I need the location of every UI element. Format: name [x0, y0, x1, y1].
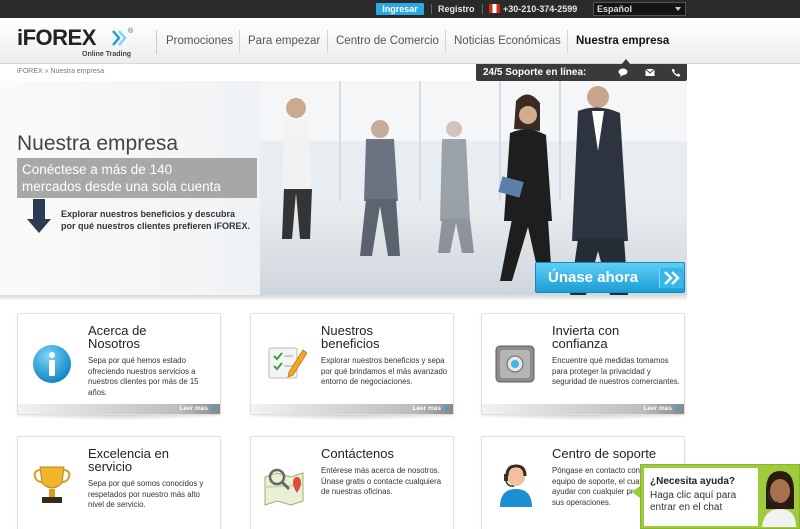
nav-noticias-economicas[interactable]: Noticias Económicas	[454, 34, 561, 48]
arrow-right-icon	[676, 406, 680, 412]
trophy-icon	[33, 466, 71, 503]
support-bar: 24/5 Soporte en línea:	[476, 64, 687, 81]
chat-agent-avatar	[762, 471, 796, 527]
chevron-down-icon	[675, 7, 681, 11]
card-text: Sepa por qué somos conocidos y respetado…	[88, 479, 204, 509]
card-shadow	[476, 415, 690, 421]
chat-title: ¿Necesita ayuda?	[650, 476, 736, 487]
hero-tagline-line1: Conéctese a más de 140	[22, 162, 173, 177]
info-icon	[33, 345, 71, 383]
chat-pointer	[632, 486, 640, 498]
support-agent-icon	[500, 464, 532, 507]
hero-title: Nuestra empresa	[17, 132, 179, 155]
read-more-label: Leer más	[412, 405, 441, 412]
divider	[445, 30, 446, 52]
join-now-label: Únase ahora	[548, 269, 639, 286]
checklist-pencil-icon	[268, 347, 307, 379]
read-more-link[interactable]: Leer más	[251, 404, 453, 414]
hero-tagline-box: Conéctese a más de 140 mercados desde un…	[17, 158, 257, 198]
divider	[239, 30, 240, 52]
card-shadow	[245, 415, 459, 421]
card-contactenos[interactable]: Contáctenos Entérese más acerca de nosot…	[250, 436, 454, 529]
nav-centro-de-comercio[interactable]: Centro de Comercio	[336, 34, 439, 48]
chat-bubble-icon[interactable]	[618, 68, 628, 77]
card-shadow	[12, 415, 226, 421]
language-select[interactable]: Español	[593, 2, 686, 16]
logo-registered-mark: ®	[128, 28, 134, 35]
read-more-link[interactable]: Leer más	[482, 404, 684, 414]
card-excelencia-en-servicio[interactable]: Excelencia en servicio Sepa por qué somo…	[17, 436, 221, 529]
card-title-line2: confianza	[552, 336, 608, 351]
live-chat-widget[interactable]: ¿Necesita ayuda? Haga clic aquí para ent…	[640, 464, 800, 529]
flag-icon	[489, 4, 500, 13]
card-text: Sepa por qué hemos estado ofreciendo nue…	[88, 356, 199, 397]
card-invierta-con-confianza[interactable]: Invierta con confianza Encuentre qué med…	[481, 313, 685, 415]
chat-text-box: ¿Necesita ayuda? Haga clic aquí para ent…	[644, 468, 758, 526]
read-more-link[interactable]: Leer más	[18, 404, 220, 414]
chat-text: Haga clic aquí para entrar en el chat	[650, 490, 737, 513]
login-button[interactable]: Ingresar	[376, 3, 424, 15]
nav-promociones[interactable]: Promociones	[166, 34, 233, 48]
divider	[327, 30, 328, 52]
mail-icon[interactable]	[645, 68, 655, 77]
double-chevron-icon	[659, 268, 683, 288]
card-text: Entérese más acerca de nosotros. Únase g…	[321, 466, 442, 496]
nav-nuestra-empresa[interactable]: Nuestra empresa	[576, 34, 669, 48]
phone-icon[interactable]	[671, 68, 681, 77]
map-pin-icon	[264, 468, 304, 506]
card-title-line2: beneficios	[321, 336, 380, 351]
card-text: Explorar nuestros beneficios y sepa por …	[321, 356, 448, 386]
join-now-button[interactable]: Únase ahora	[535, 262, 685, 293]
card-nuestros-beneficios[interactable]: Nuestros beneficios Explorar nuestros be…	[250, 313, 454, 415]
page: Ingresar Registro +30-210-374-2599 Españ…	[0, 0, 800, 529]
read-more-label: Leer más	[643, 405, 672, 412]
support-label: 24/5 Soporte en línea:	[483, 67, 587, 78]
breadcrumb[interactable]: iFOREX » Nuestra empresa	[17, 68, 104, 75]
hero-explore-text: Explorar nuestros beneficios y descubra …	[61, 208, 250, 232]
divider	[567, 30, 568, 52]
language-value: Español	[597, 4, 633, 14]
logo-subtitle: Online Trading	[82, 51, 132, 58]
card-text: Encuentre qué medidas tomamos para prote…	[552, 356, 680, 386]
logo[interactable]: iFOREX	[17, 25, 96, 51]
read-more-label: Leer más	[179, 405, 208, 412]
nav-para-empezar[interactable]: Para empezar	[248, 34, 320, 48]
register-link[interactable]: Registro	[438, 2, 475, 16]
card-title-line2: servicio	[88, 459, 133, 474]
card-title-line2: Nosotros	[88, 336, 141, 351]
top-bar: Ingresar Registro +30-210-374-2599 Españ…	[0, 0, 800, 18]
arrow-right-icon	[445, 406, 449, 412]
hero-shadow	[0, 295, 687, 301]
down-arrow-icon	[27, 199, 51, 233]
divider	[482, 4, 483, 14]
phone-number: +30-210-374-2599	[503, 4, 578, 14]
card-title: Contáctenos	[321, 446, 394, 461]
card-title: Centro de soporte	[552, 446, 657, 461]
divider	[431, 4, 432, 14]
divider	[156, 30, 157, 54]
hero-tagline-line2: mercados desde una sola cuenta	[22, 179, 221, 194]
card-acerca-de-nosotros[interactable]: Acerca de Nosotros Sepa por qué hemos es…	[17, 313, 221, 415]
safe-icon	[495, 345, 535, 383]
arrow-right-icon	[212, 406, 216, 412]
hero-explore-line1: Explorar nuestros beneficios y descubra	[61, 209, 236, 219]
hero-explore-line2: por qué nuestros clientes prefieren iFOR…	[61, 221, 251, 231]
